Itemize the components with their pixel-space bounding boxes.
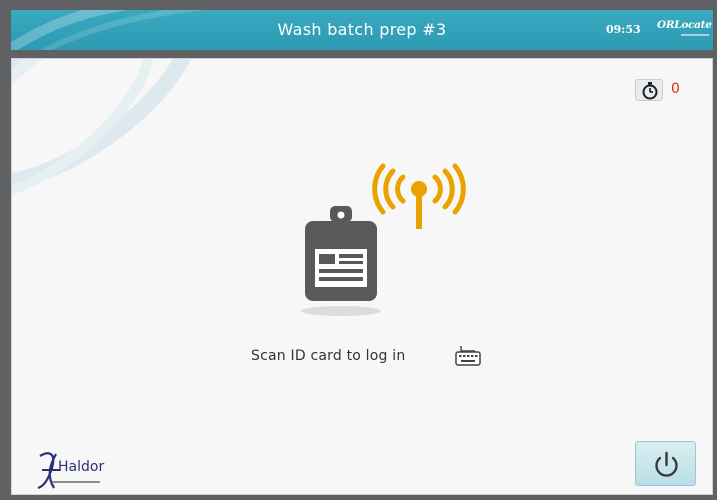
login-prompt: Scan ID card to log in [251,348,406,364]
timer-count: 0 [671,81,680,97]
logo-tagline [52,481,100,483]
rfid-signal-icon [372,163,466,229]
brand-logo: ORLocate [657,19,712,43]
stopwatch-icon [642,82,658,100]
power-icon [655,451,678,477]
brand-name: ORLocate [657,19,712,31]
id-card-icon [301,206,381,316]
logo-wordmark: Haldor [58,459,105,475]
keyboard-icon[interactable] [453,343,483,367]
header-bar: Wash batch prep #3 09:53 ORLocate [11,10,713,50]
brand-underline [681,34,709,36]
timer-button[interactable] [635,79,663,101]
power-button[interactable] [635,441,696,486]
scan-id-graphic [301,163,466,316]
app-frame: Wash batch prep #3 09:53 ORLocate 0 Scan… [0,0,717,500]
main-panel: 0 Scan ID card to log in Haldor [11,58,713,495]
clock: 09:53 [606,23,641,36]
